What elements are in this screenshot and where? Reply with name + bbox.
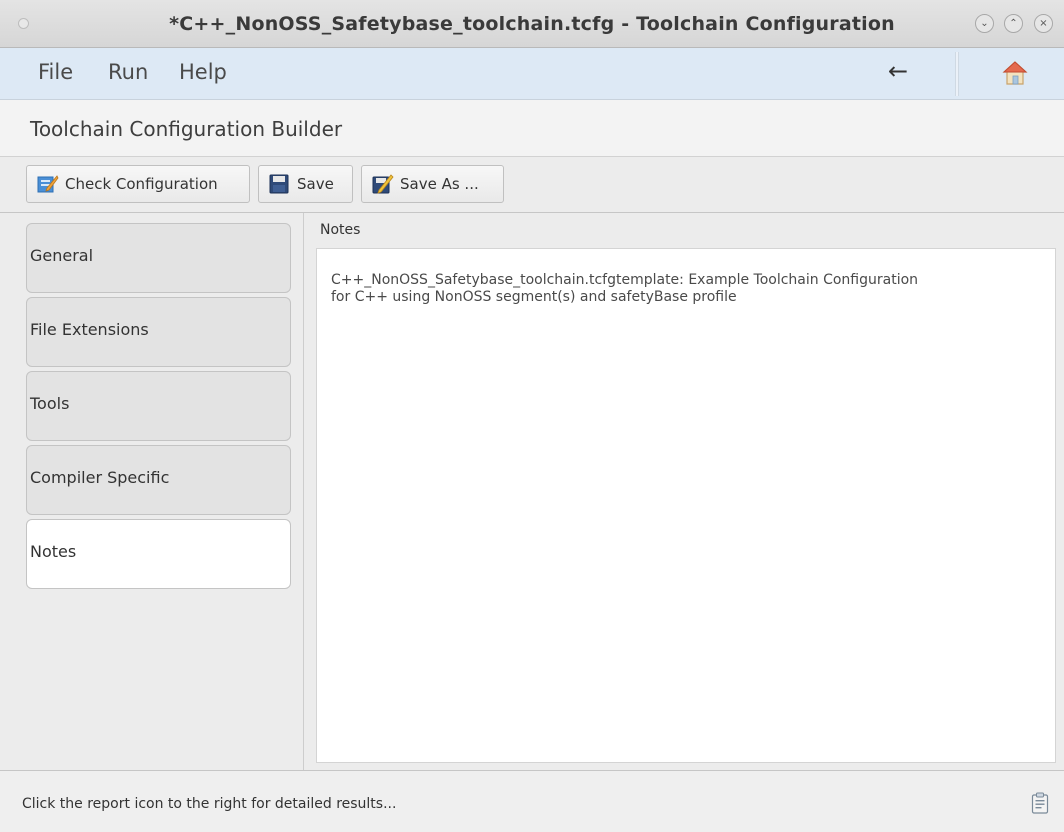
save-icon [269,174,289,194]
save-as-label: Save As ... [400,175,479,193]
builder-header: Toolchain Configuration Builder [0,100,1064,157]
tab-tools-label: Tools [30,394,70,413]
report-icon[interactable] [1031,792,1049,814]
tab-notes-label: Notes [30,542,77,561]
close-icon[interactable]: × [1034,14,1053,33]
home-icon[interactable] [1002,59,1028,87]
check-configuration-icon [37,175,59,193]
status-bar: Click the report icon to the right for d… [0,770,1064,832]
tab-compiler-specific-label: Compiler Specific [30,468,170,487]
save-label: Save [297,175,334,193]
notes-header: Notes [320,222,361,238]
save-button[interactable]: Save [258,165,353,203]
title-bar: *C++_NonOSS_Safetybase_toolchain.tcfg - … [0,0,1064,48]
save-as-button[interactable]: Save As ... [361,165,504,203]
toolbar-separator [955,52,959,96]
check-configuration-button[interactable]: Check Configuration [26,165,250,203]
tab-file-extensions[interactable]: File Extensions [26,297,291,367]
tab-tools[interactable]: Tools [26,371,291,441]
menu-bar: File Run Help ← [0,48,1064,100]
back-arrow-icon[interactable]: ← [888,57,908,85]
notes-line-2: for C++ using NonOSS segment(s) and safe… [331,289,737,305]
notes-textarea[interactable]: C++_NonOSS_Safetybase_toolchain.tcfgtemp… [316,248,1056,763]
save-as-icon [372,174,394,194]
check-configuration-label: Check Configuration [65,175,218,193]
menu-help[interactable]: Help [179,60,227,84]
minimize-icon[interactable]: ⌄ [975,14,994,33]
notes-line-1: C++_NonOSS_Safetybase_toolchain.tcfgtemp… [331,272,919,288]
maximize-icon[interactable]: ⌃ [1004,14,1023,33]
window-title: *C++_NonOSS_Safetybase_toolchain.tcfg - … [169,13,895,35]
menu-file[interactable]: File [38,60,73,84]
left-nav: General File Extensions Tools Compiler S… [0,213,304,770]
notes-panel: Notes C++_NonOSS_Safetybase_toolchain.tc… [305,213,1064,770]
tab-file-extensions-label: File Extensions [30,320,149,339]
toolbar: Check Configuration Save Save As ... [0,157,1064,213]
menu-run[interactable]: Run [108,60,148,84]
page-title: Toolchain Configuration Builder [30,117,343,141]
tab-compiler-specific[interactable]: Compiler Specific [26,445,291,515]
tab-notes[interactable]: Notes [26,519,291,589]
tab-general[interactable]: General [26,223,291,293]
status-text: Click the report icon to the right for d… [22,796,397,812]
tab-general-label: General [30,246,94,265]
